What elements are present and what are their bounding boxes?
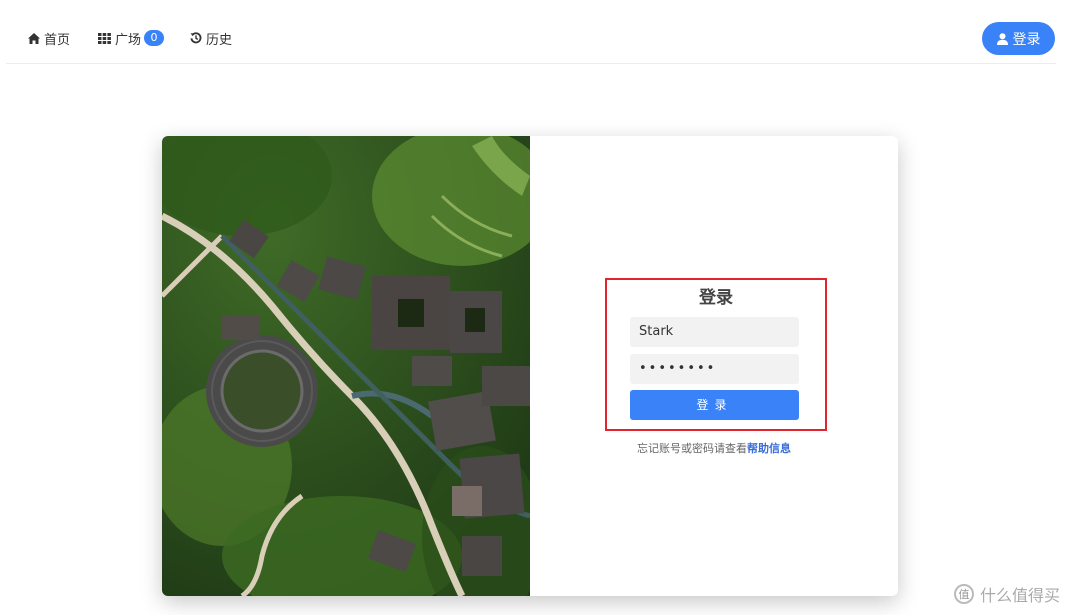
nav-square-label: 广场 xyxy=(115,32,142,48)
nav-home-label: 首页 xyxy=(44,32,71,48)
site-watermark: 值 什么值得买 xyxy=(954,582,1060,606)
top-navbar: 首页 广场 0 历史 登录 xyxy=(6,0,1056,64)
login-button-top-label: 登录 xyxy=(1012,31,1041,48)
login-button-top[interactable]: 登录 xyxy=(982,22,1055,55)
nav-square[interactable]: 广场 0 xyxy=(98,28,165,48)
password-input[interactable]: •••••••• xyxy=(630,354,799,384)
home-icon xyxy=(28,32,40,44)
aerial-village-photo xyxy=(162,136,530,596)
nav-history-label: 历史 xyxy=(206,32,233,48)
help-prefix: 忘记账号或密码请查看 xyxy=(637,442,747,455)
nav-home[interactable]: 首页 xyxy=(28,28,70,48)
login-submit-button[interactable]: 登录 xyxy=(630,390,799,420)
help-text: 忘记账号或密码请查看帮助信息 xyxy=(530,440,898,456)
login-form-highlight: 登录 Stark •••••••• 登录 xyxy=(605,278,827,431)
watermark-logo-icon: 值 xyxy=(954,584,974,604)
nav-history[interactable]: 历史 xyxy=(190,28,232,48)
history-icon xyxy=(190,32,202,44)
square-count-badge: 0 xyxy=(144,30,165,46)
watermark-text: 什么值得买 xyxy=(980,586,1061,605)
grid-icon xyxy=(98,32,111,44)
username-input[interactable]: Stark xyxy=(630,317,799,347)
login-form-title: 登录 xyxy=(699,288,733,308)
user-icon xyxy=(996,32,1008,45)
login-card: 登录 Stark •••••••• 登录 忘记账号或密码请查看帮助信息 xyxy=(162,136,898,596)
help-link[interactable]: 帮助信息 xyxy=(747,442,791,455)
